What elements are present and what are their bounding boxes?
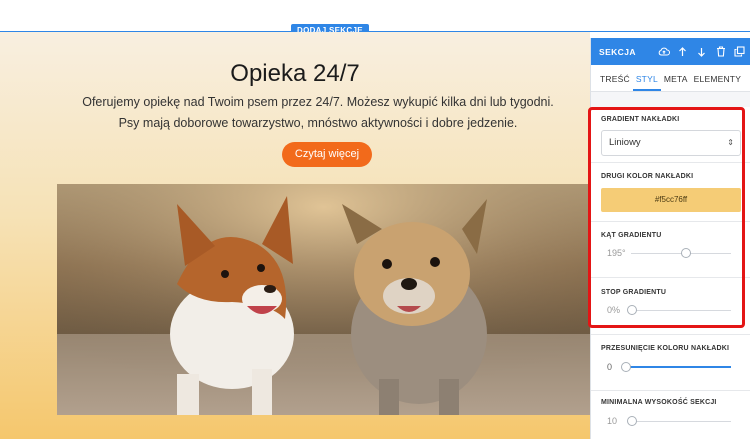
select-arrows-icon: ⇕ [727,138,734,147]
gradient-type-label: GRADIENT NAKŁADKI [601,116,680,123]
arrow-down-icon[interactable] [694,44,709,59]
read-more-button[interactable]: Czytaj więcej [282,142,372,167]
tab-styl[interactable]: STYL [632,74,661,91]
tab-meta[interactable]: META [661,74,691,91]
color-shift-track [625,366,731,368]
min-height-slider[interactable]: 10 [601,415,741,429]
dogs-photo [57,184,590,415]
min-height-group: MINIMALNA WYSOKOŚĆ SEKCJI 10 [591,391,750,439]
color-shift-handle[interactable] [621,362,631,372]
second-color-picker[interactable]: #f5cc76ff [601,188,741,212]
trash-icon[interactable] [713,44,728,59]
second-color-label: DRUGI KOLOR NAKŁADKI [601,173,694,180]
page-section[interactable]: Opieka 24/7 Oferujemy opiekę nad Twoim p… [0,32,590,439]
gradient-stop-value: 0% [607,305,621,315]
cloud-upload-icon[interactable] [656,44,671,59]
gradient-stop-group: STOP GRADIENTU 0% [591,278,750,335]
min-height-handle[interactable] [627,416,637,426]
color-shift-label: PRZESUNIĘCIE KOLORU NAKŁADKI [601,345,730,352]
min-height-track [631,421,731,422]
section-title: Opieka 24/7 [230,60,360,87]
color-shift-slider[interactable]: 0 [601,361,741,375]
gradient-type-select[interactable]: Liniowy ⇕ [601,130,741,156]
tab-elementy[interactable]: ELEMENTY [691,74,744,91]
gradient-type-value: Liniowy [609,137,641,148]
color-shift-value: 0 [607,362,613,372]
top-bar [0,0,750,31]
gradient-stop-slider[interactable]: 0% [601,304,741,318]
gradient-stop-handle[interactable] [627,305,637,315]
gradient-stop-track [631,310,731,311]
copy-icon[interactable] [732,44,747,59]
gradient-angle-value: 195° [607,248,626,258]
panel-header: SEKCJA [591,38,750,65]
color-shift-group: PRZESUNIĘCIE KOLORU NAKŁADKI 0 [591,335,750,391]
second-color-group: DRUGI KOLOR NAKŁADKI #f5cc76ff [591,163,750,222]
panel-tabs: TREŚĆ STYL META ELEMENTY [591,65,750,92]
section-description: Oferujemy opiekę nad Twoim psem przez 24… [82,95,554,130]
gradient-angle-group: KĄT GRADIENTU 195° [591,222,750,278]
gradient-angle-slider[interactable]: 195° [601,247,741,261]
gradient-angle-label: KĄT GRADIENTU [601,232,662,239]
gradient-type-group: GRADIENT NAKŁADKI Liniowy ⇕ [591,107,750,163]
arrow-up-icon[interactable] [675,44,690,59]
section-settings-panel: SEKCJA TREŚĆ STYL META ELEMENTY GRADIENT… [590,38,750,439]
gradient-stop-label: STOP GRADIENTU [601,289,667,296]
min-height-label: MINIMALNA WYSOKOŚĆ SEKCJI [601,399,717,406]
tab-tresc[interactable]: TREŚĆ [597,74,633,91]
panel-title: SEKCJA [599,46,636,57]
min-height-value: 10 [607,416,618,426]
dogs-illustration [57,184,590,415]
gradient-angle-handle[interactable] [681,248,691,258]
